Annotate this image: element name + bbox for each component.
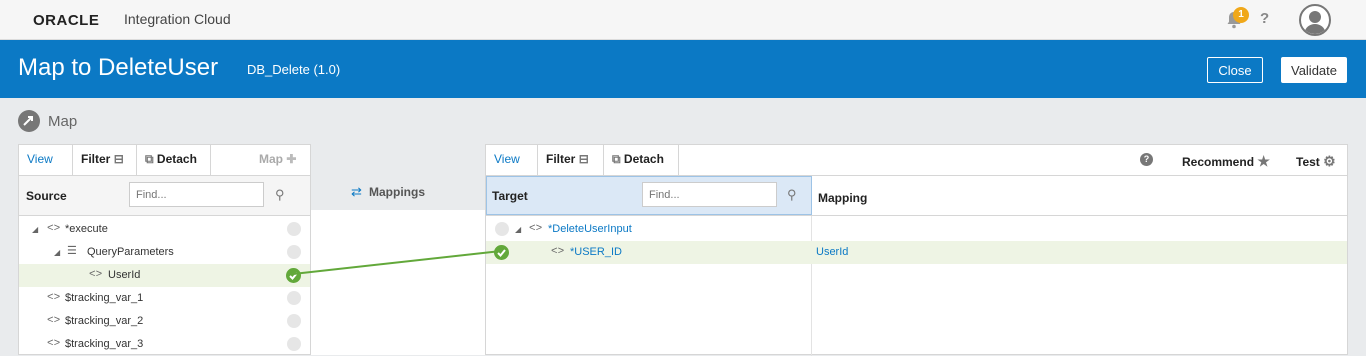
search-icon[interactable]: ⚲ bbox=[275, 187, 285, 203]
map-status-icon bbox=[287, 291, 301, 305]
target-panel: View ▼ Filter ⊟ ⧉ Detach ? Recommend ★ T… bbox=[485, 144, 1348, 356]
map-status-icon bbox=[287, 222, 301, 236]
close-button[interactable]: Close bbox=[1207, 57, 1263, 83]
target-find-input[interactable] bbox=[642, 182, 777, 207]
element-icon: <> bbox=[47, 315, 61, 327]
product-name: Integration Cloud bbox=[124, 11, 231, 27]
tree-row-label: *execute bbox=[65, 223, 108, 235]
map-status-icon bbox=[287, 314, 301, 328]
test-label: Test bbox=[1296, 155, 1320, 169]
source-detach-button[interactable]: ⧉ Detach bbox=[137, 145, 211, 176]
validate-button[interactable]: Validate bbox=[1281, 57, 1347, 83]
target-view-button[interactable]: View ▼ bbox=[486, 145, 538, 193]
expand-icon[interactable]: ◢ bbox=[32, 218, 38, 241]
target-header: Target ⚲ Mapping bbox=[486, 176, 1347, 216]
target-header-label: Target bbox=[492, 189, 528, 203]
map-status-icon bbox=[495, 222, 509, 236]
recommend-button[interactable]: Recommend ★ bbox=[1182, 153, 1270, 170]
source-header-label: Source bbox=[26, 189, 67, 203]
help-icon[interactable]: ? bbox=[1260, 10, 1269, 27]
tree-row-label: $tracking_var_1 bbox=[65, 292, 144, 304]
target-filter-label: Filter bbox=[546, 152, 576, 166]
query-params-icon: ☰ bbox=[67, 246, 77, 258]
breadcrumb-label: Map bbox=[48, 113, 78, 130]
tree-row[interactable]: <> $tracking_var_3 bbox=[19, 333, 310, 356]
map-button-label: Map bbox=[259, 152, 283, 166]
tree-row-label: *DeleteUserInput bbox=[548, 223, 632, 235]
expand-icon[interactable]: ◢ bbox=[515, 218, 521, 241]
element-icon: <> bbox=[47, 292, 61, 304]
notification-badge: 1 bbox=[1233, 7, 1249, 23]
source-find-input[interactable] bbox=[129, 182, 264, 207]
test-button[interactable]: Test ⚙ bbox=[1296, 153, 1336, 170]
top-bar: ORACLE Integration Cloud 1 ? bbox=[0, 0, 1366, 40]
mappings-canvas bbox=[311, 210, 485, 355]
tree-row-label: *USER_ID bbox=[570, 246, 622, 258]
target-detach-button[interactable]: ⧉ Detach bbox=[604, 145, 679, 176]
map-plus-icon: ✚ bbox=[286, 152, 297, 166]
avatar[interactable] bbox=[1299, 4, 1331, 36]
tree-row[interactable]: <> $tracking_var_2 bbox=[19, 310, 310, 333]
gear-icon: ⚙ bbox=[1323, 153, 1336, 169]
tree-row-label: $tracking_var_3 bbox=[65, 338, 144, 350]
detach-icon: ⧉ bbox=[612, 152, 621, 166]
tree-row[interactable]: <> UserId bbox=[19, 264, 310, 287]
source-header: Source ⚲ bbox=[19, 176, 310, 216]
search-icon[interactable]: ⚲ bbox=[787, 187, 797, 203]
integration-name: DB_Delete (1.0) bbox=[247, 62, 341, 77]
map-status-icon bbox=[287, 245, 301, 259]
target-toolbar: View ▼ Filter ⊟ ⧉ Detach ? Recommend ★ T… bbox=[486, 145, 1347, 193]
mapping-value[interactable]: UserId bbox=[816, 241, 848, 264]
help-circle-icon[interactable]: ? bbox=[1140, 153, 1153, 166]
element-icon: <> bbox=[47, 338, 61, 350]
map-button[interactable]: Map ✚ bbox=[251, 145, 311, 176]
map-status-icon bbox=[287, 337, 301, 351]
page-title: Map to DeleteUser bbox=[18, 54, 219, 81]
source-detach-label: Detach bbox=[156, 152, 197, 166]
mappings-icon: ⇄ bbox=[351, 184, 362, 199]
source-filter-button[interactable]: Filter ⊟ bbox=[73, 145, 137, 176]
star-icon: ★ bbox=[1257, 153, 1270, 169]
mapped-check-icon bbox=[494, 245, 509, 260]
oracle-logo: ORACLE bbox=[33, 12, 100, 29]
element-icon: <> bbox=[529, 223, 543, 235]
recommend-label: Recommend bbox=[1182, 155, 1255, 169]
expand-icon[interactable]: ◢ bbox=[54, 241, 60, 264]
tree-row[interactable]: ◢ <> *DeleteUserInput bbox=[486, 218, 1347, 241]
tree-row-label: $tracking_var_2 bbox=[65, 315, 144, 327]
mapped-check-icon bbox=[286, 268, 301, 283]
source-filter-label: Filter bbox=[81, 152, 111, 166]
detach-icon: ⧉ bbox=[145, 152, 154, 166]
target-detach-label: Detach bbox=[623, 152, 664, 166]
source-panel: View ▼ Filter ⊟ ⧉ Detach Map ✚ Source ⚲ … bbox=[18, 144, 311, 355]
tree-row[interactable]: <> $tracking_var_1 bbox=[19, 287, 310, 310]
element-icon: <> bbox=[47, 223, 61, 235]
target-view-label: View bbox=[494, 152, 520, 166]
mapping-column-header: Mapping bbox=[818, 191, 868, 205]
source-toolbar: View ▼ Filter ⊟ ⧉ Detach Map ✚ bbox=[19, 145, 311, 193]
target-header-cell: Target ⚲ bbox=[486, 176, 812, 215]
tree-row[interactable]: <> *USER_ID UserId bbox=[486, 241, 1347, 264]
tree-row[interactable]: ◢ ☰ QueryParameters bbox=[19, 241, 310, 264]
element-icon: <> bbox=[551, 246, 565, 258]
mappings-label[interactable]: Mappings bbox=[369, 185, 425, 199]
source-view-button[interactable]: View ▼ bbox=[19, 145, 73, 193]
element-icon: <> bbox=[89, 269, 103, 281]
target-filter-button[interactable]: Filter ⊟ bbox=[538, 145, 604, 176]
page-header: Map to DeleteUser DB_Delete (1.0) Close … bbox=[0, 40, 1366, 98]
tree-row-label: UserId bbox=[108, 269, 141, 281]
map-icon bbox=[18, 110, 40, 132]
filter-icon: ⊟ bbox=[113, 152, 124, 166]
tree-row-label: QueryParameters bbox=[87, 246, 174, 258]
source-view-label: View bbox=[27, 152, 53, 166]
tree-row[interactable]: ◢ <> *execute bbox=[19, 218, 310, 241]
filter-icon: ⊟ bbox=[578, 152, 589, 166]
